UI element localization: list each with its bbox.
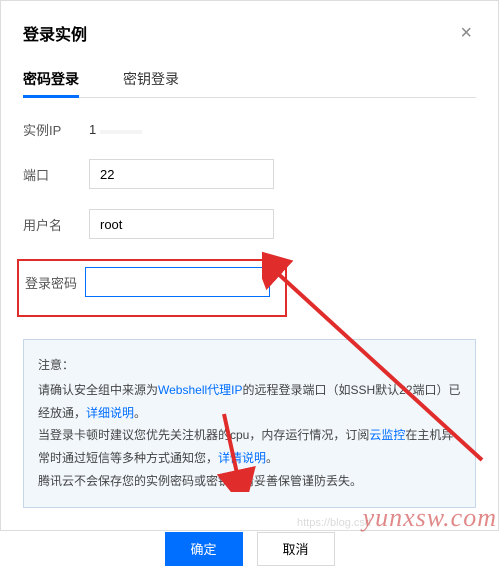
port-label: 端口 <box>23 165 89 184</box>
instance-ip-value: 1 <box>89 122 476 137</box>
dialog-footer: 确定 取消 <box>23 532 476 566</box>
tab-key-login[interactable]: 密钥登录 <box>123 61 179 97</box>
login-dialog: 登录实例 × 密码登录 密钥登录 实例IP 1 端口 用户名 登录密码 注意： <box>0 0 499 531</box>
dialog-header: 登录实例 × <box>23 21 476 45</box>
notice-line-3: 腾讯云不会保存您的实例密码或密钥，请妥善保管谨防丢失。 <box>38 470 461 493</box>
port-input[interactable] <box>89 159 274 189</box>
close-icon[interactable]: × <box>456 23 476 43</box>
ok-button[interactable]: 确定 <box>165 532 243 566</box>
row-port: 端口 <box>23 159 476 189</box>
cancel-button[interactable]: 取消 <box>257 532 335 566</box>
password-input[interactable] <box>85 267 270 297</box>
login-tabs: 密码登录 密钥登录 <box>23 61 476 98</box>
row-username: 用户名 <box>23 209 476 239</box>
link-webshell-proxy-ip[interactable]: Webshell代理IP <box>158 383 242 397</box>
dialog-title: 登录实例 <box>23 21 87 45</box>
row-instance-ip: 实例IP 1 <box>23 120 476 139</box>
notice-line-1: 请确认安全组中来源为Webshell代理IP的远程登录端口（如SSH默认22端口… <box>38 379 461 425</box>
ip-masked <box>100 130 142 134</box>
link-detail-1[interactable]: 详细说明 <box>86 406 134 420</box>
instance-ip-label: 实例IP <box>23 120 89 139</box>
notice-box: 注意： 请确认安全组中来源为Webshell代理IP的远程登录端口（如SSH默认… <box>23 339 476 508</box>
username-label: 用户名 <box>23 215 89 234</box>
password-label: 登录密码 <box>23 273 85 292</box>
username-input[interactable] <box>89 209 274 239</box>
ip-prefix: 1 <box>89 122 100 137</box>
notice-line-2: 当登录卡顿时建议您优先关注机器的cpu，内存运行情况，订阅云监控在主机异常时通过… <box>38 424 461 470</box>
link-detail-2[interactable]: 详情说明 <box>218 451 266 465</box>
link-cloud-monitor[interactable]: 云监控 <box>369 428 405 442</box>
notice-title: 注意： <box>38 354 461 377</box>
password-highlight-box: 登录密码 <box>17 259 287 317</box>
tab-password-login[interactable]: 密码登录 <box>23 61 79 97</box>
